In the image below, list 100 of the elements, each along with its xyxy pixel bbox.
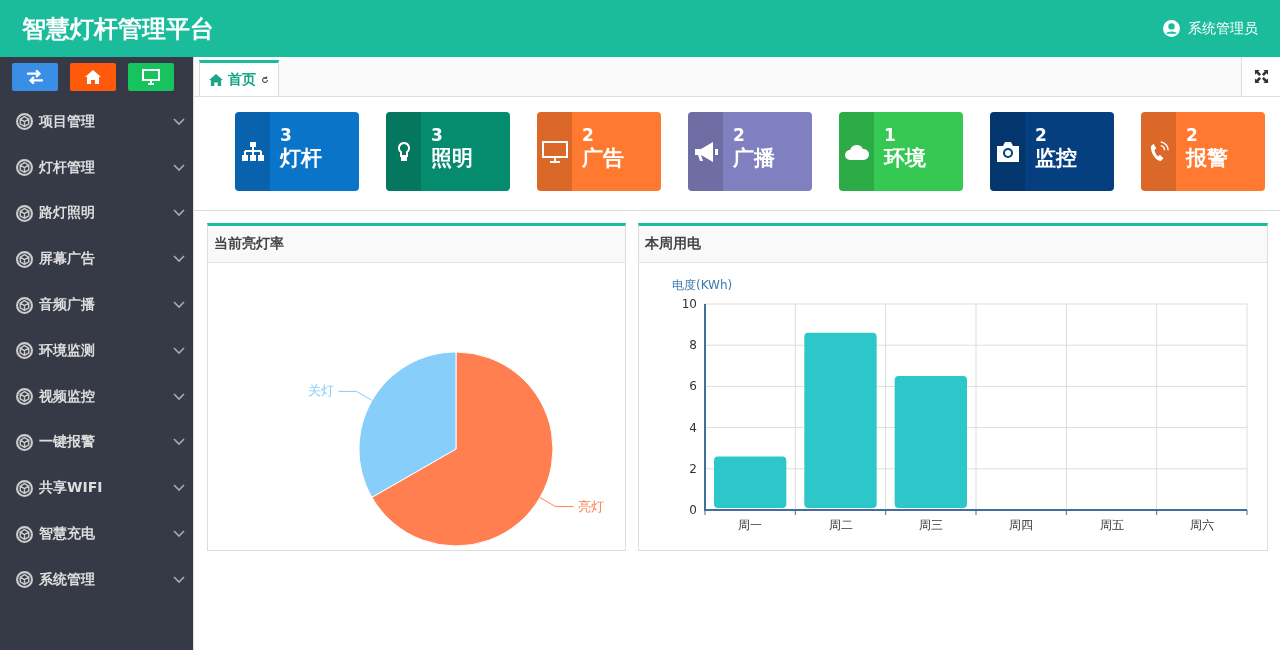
menu-item[interactable]: 一键报警 [0,419,193,466]
swap-arrows-icon [26,70,44,84]
tile-label: 广播 [733,145,775,171]
monitor-icon [541,140,568,163]
user-icon [1163,20,1180,37]
menu-item[interactable]: 智慧充电 [0,511,193,557]
chevron-down-icon [173,484,185,493]
cube-icon [16,250,33,268]
panel-title: 当前亮灯率 [208,226,625,263]
tick-label: 4 [689,420,697,435]
menu-item[interactable]: 项目管理 [0,99,193,145]
cube-icon [16,113,33,131]
tile-count: 2 [1035,125,1048,145]
menu-item[interactable]: 灯杆管理 [0,144,193,191]
category-label: 周四 [1009,518,1034,532]
menu-label: 路灯照明 [39,204,96,223]
tick-label: 0 [689,503,697,517]
sitemap-icon [240,141,265,162]
tile-count: 2 [582,125,595,145]
stat-tile[interactable]: 2 监控 [990,112,1114,191]
leader-line [539,497,575,508]
chevron-down-icon [173,117,185,126]
cube-icon [16,342,33,360]
chevron-down-icon [173,346,185,355]
menu-label: 系统管理 [39,570,96,589]
cube-icon [16,388,33,406]
home-button[interactable] [70,63,116,91]
category-label: 周三 [918,518,943,532]
camera-icon [994,140,1021,163]
app-title: 智慧灯杆管理平台 [22,13,214,45]
menu-item[interactable]: 环境监测 [0,328,193,374]
menu-label: 屏幕广告 [39,250,96,269]
category-label: 周五 [1099,518,1124,532]
axis-title: 电度(KWh) [672,278,733,292]
megaphone-icon [692,140,719,163]
refresh-icon[interactable] [261,75,269,84]
chevron-down-icon [173,530,185,539]
phone-icon [1148,140,1169,163]
chevron-down-icon [173,301,185,310]
menu-label: 项目管理 [39,112,96,131]
slice-label: 关灯 [308,383,335,399]
tile-count: 3 [431,125,444,145]
fullscreen-icon [1254,69,1269,84]
panel-title: 本周用电 [639,226,1267,263]
stat-tile[interactable]: 3 灯杆 [235,112,359,191]
menu-label: 灯杆管理 [39,158,96,177]
cloud-icon [843,142,870,161]
chevron-down-icon [173,575,185,584]
cube-icon [16,479,33,497]
monitor-button[interactable] [128,63,174,91]
home-icon [85,70,101,84]
cube-icon [16,525,33,543]
tile-label: 广告 [582,145,624,171]
cube-icon [16,159,33,177]
cube-icon [16,571,33,589]
menu-item[interactable]: 路灯照明 [0,190,193,237]
home-icon [209,73,223,86]
stat-tile[interactable]: 2 广播 [688,112,812,191]
lightbulb-icon [396,140,411,163]
tile-label: 环境 [884,145,926,171]
tile-count: 3 [280,125,293,145]
switch-button[interactable] [12,63,58,91]
menu-item[interactable]: 视频监控 [0,373,193,420]
cube-icon [16,433,33,451]
chevron-down-icon [173,438,185,447]
menu-item[interactable]: 共享WIFI [0,465,193,512]
chevron-down-icon [173,163,185,172]
tick-label: 6 [689,379,697,394]
chevron-down-icon [173,392,185,401]
menu-label: 共享WIFI [39,479,104,498]
category-label: 周六 [1189,518,1214,532]
tile-count: 1 [884,125,897,145]
menu-item[interactable]: 音频广播 [0,282,193,328]
tile-label: 照明 [431,145,473,171]
tile-count: 2 [1186,125,1199,145]
menu-label: 一键报警 [39,433,96,452]
category-label: 周一 [738,518,763,532]
tile-label: 报警 [1186,145,1228,171]
tile-count: 2 [733,125,746,145]
tile-label: 灯杆 [280,145,322,171]
chevron-down-icon [173,209,185,218]
menu-label: 视频监控 [39,387,96,406]
cube-icon [16,205,33,222]
stat-tile[interactable]: 3 照明 [386,112,510,191]
menu-item[interactable]: 系统管理 [0,556,193,603]
menu-label: 音频广播 [39,296,96,315]
category-label: 周二 [828,518,853,532]
tick-label: 2 [689,461,697,476]
menu-label: 环境监测 [39,341,96,360]
monitor-icon [142,69,160,85]
leader-line [337,390,373,401]
tick-label: 10 [681,297,697,311]
tick-label: 8 [689,338,697,353]
tile-label: 监控 [1035,145,1077,171]
cube-icon [16,296,33,314]
menu-item[interactable]: 屏幕广告 [0,236,193,283]
slice-label: 亮灯 [577,498,604,514]
menu-label: 智慧充电 [39,525,96,544]
chevron-down-icon [173,255,185,264]
fullscreen-button[interactable] [1241,57,1280,96]
